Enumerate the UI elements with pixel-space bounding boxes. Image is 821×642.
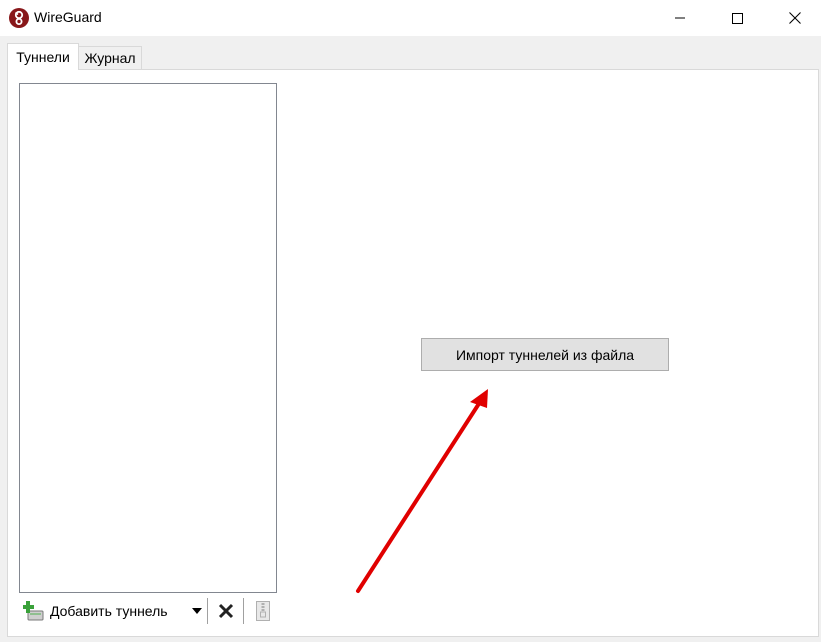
close-icon xyxy=(789,12,801,24)
tab-log[interactable]: Журнал xyxy=(79,46,142,70)
tunnel-toolbar: Добавить туннель xyxy=(19,596,277,626)
title-bar: WireGuard xyxy=(0,0,821,36)
delete-tunnel-button[interactable] xyxy=(215,600,237,622)
import-tunnels-button[interactable]: Импорт туннелей из файла xyxy=(421,338,669,371)
minimize-icon xyxy=(675,17,685,19)
tab-tunnels[interactable]: Туннели xyxy=(7,43,79,70)
toolbar-separator xyxy=(207,598,208,624)
close-button[interactable] xyxy=(772,0,818,36)
add-tunnel-dropdown[interactable] xyxy=(189,598,205,624)
add-tunnel-label: Добавить туннель xyxy=(50,603,168,619)
export-zip-icon xyxy=(256,601,270,621)
toolbar-separator xyxy=(243,598,244,624)
window-title: WireGuard xyxy=(34,9,102,25)
minimize-button[interactable] xyxy=(657,0,703,36)
export-tunnels-button[interactable] xyxy=(252,599,274,623)
dropdown-arrow-icon xyxy=(192,608,202,614)
add-tunnel-button[interactable]: Добавить туннель xyxy=(22,598,168,624)
maximize-icon xyxy=(731,12,743,24)
add-tunnel-icon xyxy=(22,600,45,622)
maximize-button[interactable] xyxy=(714,0,760,36)
wireguard-logo-icon xyxy=(9,8,29,28)
tunnel-list[interactable] xyxy=(19,83,277,593)
delete-icon xyxy=(218,603,234,619)
